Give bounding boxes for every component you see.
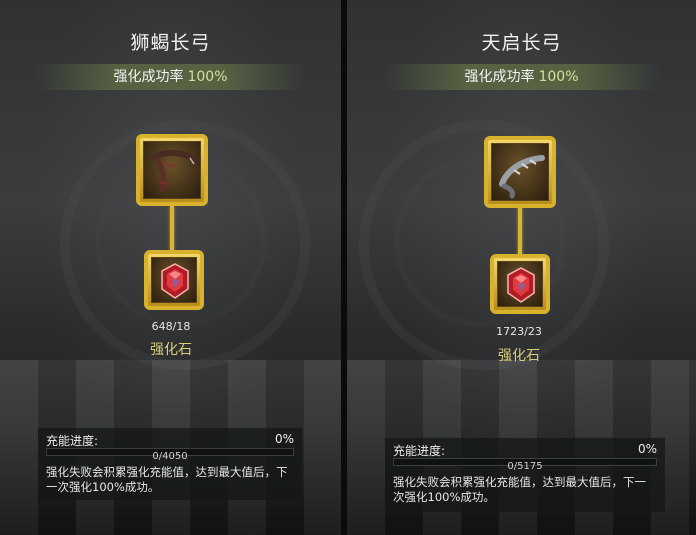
- stone-slot[interactable]: [144, 250, 204, 310]
- slot-connector: [170, 206, 174, 250]
- item-title: 狮蝎长弓: [130, 32, 211, 54]
- red-gem-icon: [161, 263, 189, 299]
- charge-progress-value: 0/4050: [152, 451, 188, 462]
- charge-note: 强化失败会积累强化充能值，达到最大值后，下一次强化100%成功。: [46, 465, 288, 494]
- slot-connector: [518, 208, 522, 254]
- success-rate-band: 强化成功率 100%: [35, 64, 306, 90]
- charge-percent: 0%: [637, 442, 657, 456]
- weapon-slot[interactable]: [136, 134, 208, 206]
- charge-progress-value: 0/5175: [507, 461, 543, 472]
- success-rate-label: 强化成功率: [113, 69, 184, 85]
- success-rate-label: 强化成功率: [464, 69, 535, 85]
- charge-progress-box: 充能进度: 0% 0/4050 强化失败会积累强化充能值，达到最大值后，下一次强…: [38, 428, 302, 500]
- left-enhance-panel: 狮蝎长弓 强化成功率 100% 648/18 强化石 充能进度: 0% 0/40…: [0, 0, 341, 535]
- bow-icon: [151, 150, 197, 193]
- charge-label: 充能进度:: [46, 434, 99, 448]
- stone-slot-inner: [151, 257, 197, 303]
- charge-note: 强化失败会积累强化充能值，达到最大值后，下一次强化100%成功。: [393, 475, 646, 504]
- weapon-slot[interactable]: [484, 136, 556, 208]
- bow-icon: [499, 155, 545, 199]
- success-rate-band: 强化成功率 100%: [382, 64, 661, 90]
- charge-progress-box: 充能进度: 0% 0/5175 强化失败会积累强化充能值，达到最大值后，下一次强…: [385, 438, 665, 512]
- stone-slot[interactable]: [490, 254, 550, 314]
- charge-label: 充能进度:: [393, 444, 446, 458]
- red-gem-icon: [507, 267, 535, 303]
- item-title: 天启长弓: [481, 32, 562, 54]
- stone-name: 强化石: [498, 348, 540, 364]
- right-enhance-panel: 天启长弓 强化成功率 100% 1723/23 强化石 充能进度: 0% 0/5…: [347, 0, 696, 535]
- stone-slot-inner: [497, 261, 543, 307]
- success-rate-value: 100%: [538, 69, 579, 85]
- success-rate-value: 100%: [187, 69, 228, 85]
- charge-percent: 0%: [274, 432, 294, 446]
- weapon-slot-inner: [143, 141, 201, 199]
- stone-name: 强化石: [150, 342, 192, 358]
- stone-count: 648/18: [151, 320, 191, 333]
- weapon-slot-inner: [491, 143, 549, 201]
- stone-count: 1723/23: [496, 325, 542, 338]
